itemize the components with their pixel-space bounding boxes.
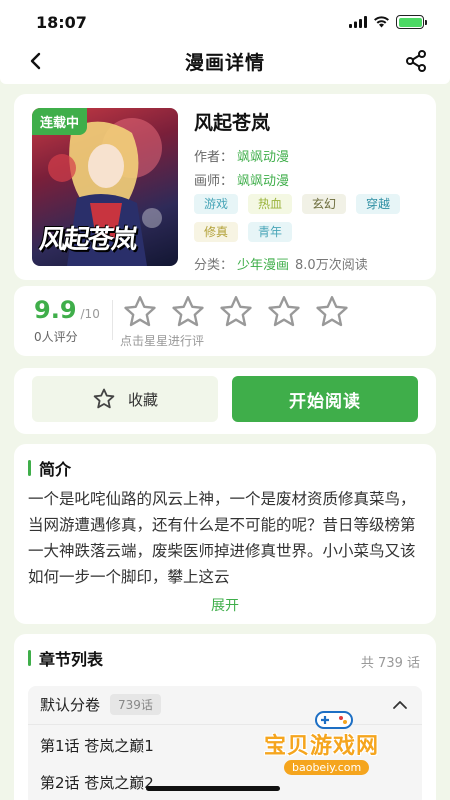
section-accent-bar	[28, 650, 31, 666]
tag-chip[interactable]: 玄幻	[302, 194, 347, 214]
intro-text: 一个是叱咤仙路的风云上神，一个是废材资质修真菜鸟，当网游遭遇修真，还有什么是不可…	[28, 490, 416, 586]
comic-info-card: 连载中 风起苍岚 风起苍岚 作者： 飒飒动漫 画师： 飒飒动漫 游戏 热血 玄幻 穿越修真…	[14, 94, 436, 280]
star-rating	[120, 294, 352, 330]
rating-star-4[interactable]	[264, 294, 304, 330]
comic-cover[interactable]: 连载中 风起苍岚	[32, 108, 178, 266]
tag-chip[interactable]: 热血	[248, 194, 293, 214]
nav-bottom-edge	[0, 78, 450, 84]
star-icon	[268, 296, 300, 327]
battery-icon	[396, 15, 427, 29]
back-button[interactable]	[22, 48, 48, 74]
watermark-text: 宝贝游戏网	[264, 734, 380, 759]
category-label: 分类：	[194, 258, 234, 273]
author-name[interactable]: 飒飒动漫	[237, 150, 289, 165]
cover-logo: 风起苍岚	[37, 225, 138, 255]
star-icon	[220, 296, 252, 327]
read-count: 8.0万次阅读	[295, 258, 368, 273]
rating-hint: 点击星星进行评	[120, 334, 205, 348]
chapter-item[interactable]: 第1话 苍岚之巅1	[40, 735, 154, 756]
share-button[interactable]	[402, 47, 430, 75]
chapters-header: 章节列表	[28, 646, 103, 670]
page-title: 漫画详情	[184, 51, 265, 74]
category-value[interactable]: 少年漫画	[237, 258, 289, 273]
intro-card: 简介 一个是叱咤仙路的风云上神，一个是废材资质修真菜鸟，当网游遭遇修真，还有什么…	[14, 444, 436, 624]
signal-icon	[349, 16, 367, 28]
artist-label: 画师：	[194, 174, 234, 189]
star-icon	[172, 296, 204, 327]
actions-card: 收藏 开始阅读	[14, 368, 436, 434]
tag-chip[interactable]: 青年	[248, 222, 293, 242]
tag-chip[interactable]: 穿越	[356, 194, 401, 214]
rating-divider	[112, 300, 113, 340]
volume-header[interactable]: 默认分卷 739话	[40, 694, 161, 715]
intro-header: 简介	[28, 456, 71, 480]
share-icon	[406, 50, 426, 72]
rating-star-2[interactable]	[168, 294, 208, 330]
artist-name[interactable]: 飒飒动漫	[237, 174, 289, 189]
status-icons	[349, 15, 427, 29]
volume-count-badge: 739话	[110, 694, 161, 715]
start-reading-label: 开始阅读	[289, 391, 361, 412]
chapter-total: 共 739 话	[360, 656, 420, 671]
chevron-left-icon	[30, 52, 41, 70]
favorite-button[interactable]: 收藏	[32, 376, 218, 422]
expand-link[interactable]: 展开	[14, 595, 436, 615]
status-bar: 18:07	[0, 0, 450, 44]
artist-row: 画师： 飒飒动漫	[194, 170, 289, 189]
status-time: 18:07	[36, 12, 87, 32]
intro-title: 简介	[39, 460, 72, 479]
home-indicator	[146, 786, 280, 791]
score-max: /10	[80, 307, 100, 321]
rating-star-1[interactable]	[120, 294, 160, 330]
serializing-badge: 连载中	[32, 108, 88, 135]
score-value: 9.9	[34, 296, 77, 324]
start-reading-button[interactable]: 开始阅读	[232, 376, 418, 422]
author-label: 作者：	[194, 150, 234, 165]
volume-name: 默认分卷	[40, 696, 101, 714]
score-block: 9.9 /10	[34, 296, 100, 324]
author-row: 作者： 飒飒动漫	[194, 146, 289, 165]
star-icon	[316, 296, 348, 327]
tag-chip[interactable]: 游戏	[194, 194, 239, 214]
rating-card: 9.9 /10 0人评分 点击星星进行评	[14, 286, 436, 356]
tag-list: 游戏 热血 玄幻 穿越修真 青年	[194, 194, 424, 242]
chapter-item[interactable]: 第2话 苍岚之巅2	[40, 772, 154, 793]
star-outline-icon	[93, 388, 115, 409]
star-icon	[124, 296, 156, 327]
watermark-url: baobeiy.com	[284, 760, 370, 775]
favorite-label: 收藏	[127, 390, 158, 409]
comic-title: 风起苍岚	[194, 112, 271, 134]
category-row: 分类： 少年漫画 8.0万次阅读	[194, 254, 368, 273]
watermark: 宝贝游戏网 baobeiy.com	[264, 706, 414, 780]
rating-star-3[interactable]	[216, 294, 256, 330]
rating-star-5[interactable]	[312, 294, 352, 330]
wifi-icon	[374, 16, 389, 28]
rating-count: 0人评分	[34, 330, 78, 344]
tag-chip[interactable]: 修真	[194, 222, 239, 242]
nav-bar: 漫画详情	[0, 44, 450, 78]
section-accent-bar	[28, 460, 31, 476]
chapters-title: 章节列表	[39, 650, 104, 669]
